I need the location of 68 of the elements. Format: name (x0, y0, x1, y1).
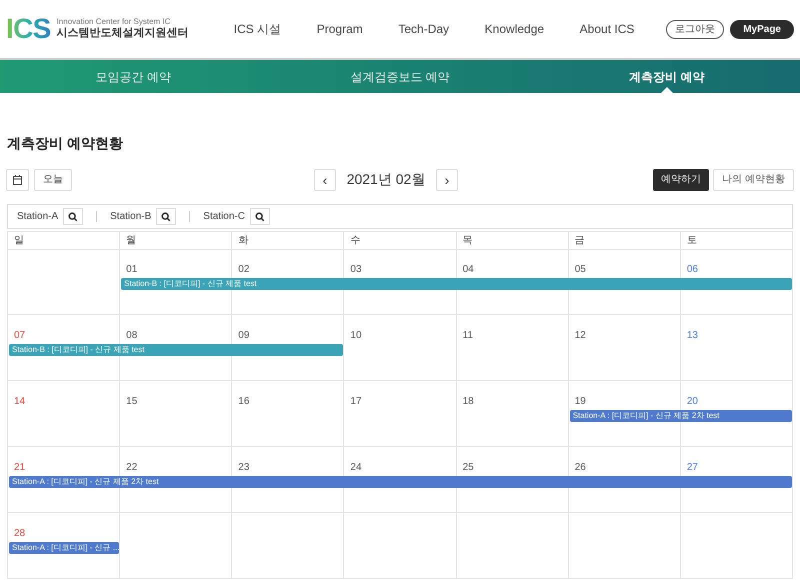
station-search-button[interactable] (63, 208, 84, 225)
day-number: 09 (238, 330, 250, 341)
weekday-header: 토 (680, 232, 793, 250)
event-bar[interactable]: Station-A : [디코디피] - 신규 ... (9, 542, 120, 554)
today-button[interactable]: 오늘 (34, 168, 72, 190)
reserve-button[interactable]: 예약하기 (653, 168, 710, 190)
day-number: 04 (462, 264, 474, 275)
search-icon (254, 212, 265, 222)
nav-link[interactable]: About ICS (580, 20, 634, 38)
mypage-button[interactable]: MyPage (730, 20, 794, 38)
my-reservations-button[interactable]: 나의 예약현황 (713, 168, 794, 190)
station-search-button[interactable] (250, 208, 270, 225)
logo-subtitle: Innovation Center for System IC (56, 17, 172, 28)
event-bar[interactable]: Station-A : [디코디피] - 신규 제품 2차 test (9, 476, 792, 488)
day-number: 05 (574, 264, 586, 275)
day-number: 28 (14, 528, 26, 539)
day-number: 08 (126, 330, 138, 341)
day-number: 26 (574, 462, 586, 473)
day-number: 18 (462, 396, 474, 407)
day-number: 27 (686, 462, 698, 473)
next-month-button[interactable]: › (436, 168, 458, 190)
day-number: 14 (14, 396, 26, 407)
day-number: 25 (462, 462, 474, 473)
weekday-header: 수 (344, 232, 457, 250)
month-label: 2021년 02월 (346, 170, 426, 189)
day-number: 11 (462, 330, 473, 341)
day-number: 02 (238, 264, 250, 275)
weekday-header: 금 (568, 232, 681, 250)
day-number: 22 (126, 462, 138, 473)
weekday-header: 화 (232, 232, 344, 250)
page-title: 계측장비 예약현황 (7, 134, 123, 153)
search-icon (161, 212, 172, 222)
day-number: 21 (14, 462, 26, 473)
day-number: 15 (126, 396, 138, 407)
nav-link[interactable]: Knowledge (484, 20, 544, 38)
prev-month-button[interactable]: ‹ (314, 168, 336, 190)
nav-link[interactable]: ICS 시설 (234, 20, 282, 38)
day-number: 06 (686, 264, 698, 275)
day-number: 16 (238, 396, 250, 407)
logo-name: 시스템반도체설계지원센터 (56, 27, 189, 41)
tab[interactable]: 계측장비 예약 (533, 60, 800, 93)
calendar-icon (13, 174, 22, 184)
day-number: 01 (126, 264, 138, 275)
logout-button[interactable]: 로그아웃 (666, 20, 724, 38)
station-label: Station-B (110, 210, 152, 224)
day-number: 03 (350, 264, 362, 275)
tab[interactable]: 설계검증보드 예약 (266, 60, 534, 93)
station-label: Station-C (203, 210, 245, 224)
day-number: 13 (686, 330, 698, 341)
station-label: Station-A (17, 210, 58, 224)
nav-link[interactable]: Tech-Day (398, 20, 450, 38)
nav-link[interactable]: Program (316, 20, 363, 38)
event-bar[interactable]: Station-A : [디코디피] - 신규 제품 2차 test (570, 410, 792, 422)
search-icon (68, 212, 78, 222)
day-number: 12 (574, 330, 586, 341)
tab[interactable]: 모임공간 예약 (0, 60, 267, 93)
day-number: 07 (14, 330, 26, 341)
day-number: 24 (350, 462, 362, 473)
weekday-header: 목 (456, 232, 569, 250)
weekday-header: 일 (8, 232, 120, 250)
day-number: 19 (574, 396, 586, 407)
weekday-header: 월 (120, 232, 232, 250)
day-number: 10 (350, 330, 362, 341)
calendar-button[interactable] (6, 168, 29, 190)
day-number: 20 (686, 396, 698, 407)
station-search-button[interactable] (156, 208, 176, 225)
day-number: 23 (238, 462, 250, 473)
day-number: 17 (350, 396, 362, 407)
